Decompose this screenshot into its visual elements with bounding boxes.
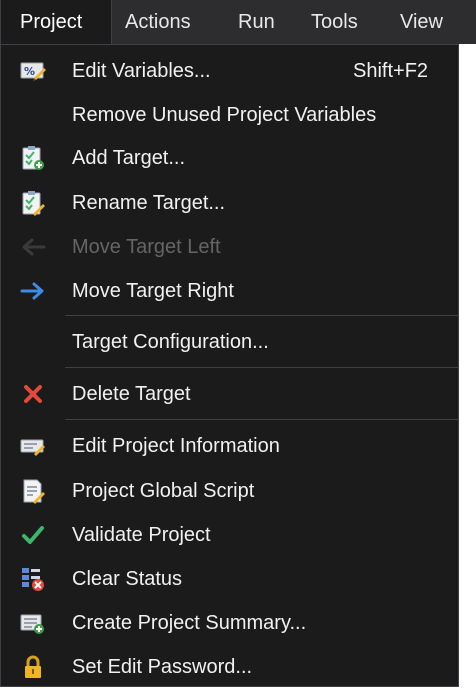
- menu-item-delete-target[interactable]: Delete Target: [1, 372, 458, 416]
- menu-separator: [65, 367, 458, 368]
- menu-item-label: Remove Unused Project Variables: [72, 103, 377, 126]
- menu-item-label: Target Configuration...: [72, 330, 269, 353]
- script-icon: [19, 477, 47, 505]
- menu-tools-label: Tools: [311, 10, 358, 33]
- rename-target-icon: [19, 189, 47, 217]
- menu-item-set-edit-password[interactable]: Set Edit Password...: [1, 645, 458, 689]
- menu-item-rename-target[interactable]: Rename Target...: [1, 181, 458, 225]
- menu-actions-label: Actions: [125, 10, 191, 33]
- menu-item-label: Rename Target...: [72, 191, 226, 214]
- svg-text:%: %: [24, 65, 35, 78]
- menu-item-label: Edit Project Information: [72, 434, 280, 457]
- summary-icon: [19, 609, 47, 637]
- menu-item-add-target[interactable]: Add Target...: [1, 136, 458, 180]
- menu-item-remove-unused-variables[interactable]: Remove Unused Project Variables: [1, 93, 458, 137]
- edit-info-icon: [19, 432, 47, 460]
- menu-item-label: Move Target Left: [72, 235, 221, 258]
- arrow-left-icon: [19, 233, 47, 261]
- menu-project[interactable]: Project: [0, 0, 112, 44]
- menu-item-label: Create Project Summary...: [72, 611, 307, 634]
- menu-item-move-target-right[interactable]: Move Target Right: [1, 269, 458, 313]
- menu-item-target-configuration[interactable]: Target Configuration...: [1, 320, 458, 364]
- menu-item-move-target-left[interactable]: Move Target Left: [1, 225, 458, 269]
- menu-item-label: Add Target...: [72, 146, 186, 169]
- menu-item-label: Set Edit Password...: [72, 655, 253, 678]
- menu-item-validate-project[interactable]: Validate Project: [1, 513, 458, 557]
- menu-project-label: Project: [20, 10, 83, 33]
- menu-view-label: View: [400, 10, 443, 33]
- menu-item-label: Clear Status: [72, 567, 183, 590]
- menu-tools[interactable]: Tools: [300, 0, 388, 44]
- menu-separator: [65, 419, 458, 420]
- menu-actions[interactable]: Actions: [112, 0, 228, 44]
- menu-item-label: Move Target Right: [72, 279, 234, 302]
- menu-bar: Project Actions Run Tools View: [0, 0, 476, 44]
- menu-run[interactable]: Run: [228, 0, 300, 44]
- variables-icon: %: [19, 57, 47, 85]
- menu-item-label: Project Global Script: [72, 479, 255, 502]
- project-menu-dropdown: % Edit Variables... Shift+F2 Remove Unus…: [0, 44, 459, 687]
- menu-item-shortcut: Shift+F2: [353, 59, 429, 82]
- menu-run-label: Run: [238, 10, 275, 33]
- menu-item-create-project-summary[interactable]: Create Project Summary...: [1, 601, 458, 645]
- menu-item-label: Validate Project: [72, 523, 211, 546]
- checkmark-icon: [19, 521, 47, 549]
- menu-view[interactable]: View: [388, 0, 476, 44]
- menu-item-label: Edit Variables...: [72, 59, 211, 82]
- menu-item-label: Delete Target: [72, 382, 191, 405]
- delete-icon: [19, 380, 47, 408]
- menu-item-project-global-script[interactable]: Project Global Script: [1, 469, 458, 513]
- lock-icon: [19, 653, 47, 681]
- menu-item-clear-status[interactable]: Clear Status: [1, 557, 458, 601]
- menu-item-edit-variables[interactable]: % Edit Variables... Shift+F2: [1, 49, 458, 93]
- clear-status-icon: [19, 565, 47, 593]
- menu-item-edit-project-information[interactable]: Edit Project Information: [1, 424, 458, 468]
- add-target-icon: [19, 144, 47, 172]
- menu-separator: [65, 315, 458, 316]
- arrow-right-icon: [19, 277, 47, 305]
